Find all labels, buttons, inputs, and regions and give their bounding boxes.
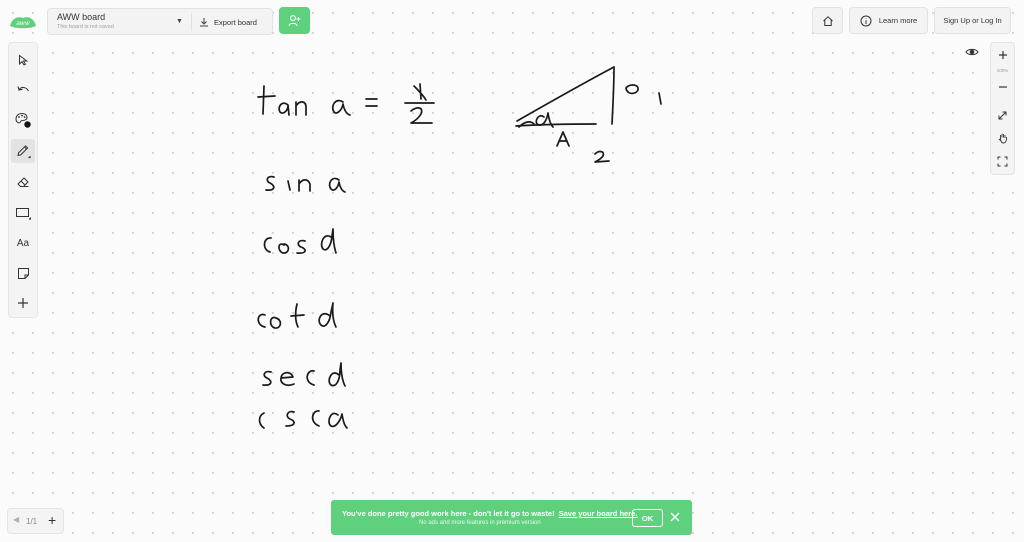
shape-tool-button[interactable]: [11, 201, 35, 225]
learn-more-button[interactable]: Learn more: [849, 7, 928, 34]
rectangle-icon: [16, 208, 31, 220]
zoom-panel: 100%: [990, 42, 1015, 175]
add-page-button[interactable]: +: [48, 512, 56, 528]
view-mode-button[interactable]: [961, 42, 983, 62]
banner-ok-button[interactable]: OK: [632, 509, 663, 527]
banner-message-text: You've done pretty good work here - don'…: [342, 509, 555, 518]
page-indicator: 1/1: [26, 517, 38, 526]
fit-screen-icon: [998, 111, 1007, 119]
sticky-note-button[interactable]: [11, 261, 35, 285]
handwriting-sec-alpha: [262, 362, 346, 387]
pointer-icon: [19, 54, 29, 66]
fullscreen-icon: [997, 156, 1008, 166]
zoom-level: 100%: [996, 67, 1009, 73]
home-button[interactable]: [812, 7, 843, 34]
eraser-tool-button[interactable]: [11, 170, 35, 194]
eye-icon: [965, 48, 979, 56]
learn-more-label: Learn more: [878, 16, 918, 25]
board-status: This board is not saved: [57, 24, 114, 30]
signup-login-label: Sign Up or Log In: [943, 16, 1002, 25]
board-panel: AWW board This board is not saved ▼ Expo…: [47, 8, 273, 35]
invite-user-button[interactable]: [279, 7, 310, 34]
handwriting-csc-alpha: [258, 410, 348, 429]
handwriting-equals: [365, 98, 378, 107]
undo-icon: [17, 86, 29, 92]
signup-login-button[interactable]: Sign Up or Log In: [934, 7, 1011, 34]
logo-icon[interactable]: aww: [8, 12, 38, 32]
hand-icon: [998, 133, 1007, 144]
home-icon: [822, 15, 833, 26]
banner-subtext: No ads and more features in premium vers…: [419, 520, 541, 526]
close-icon[interactable]: [669, 511, 681, 523]
text-tool-button[interactable]: Aa: [11, 231, 35, 255]
divider: [191, 13, 192, 31]
sticky-note-icon: [17, 267, 29, 279]
handwriting-tan-alpha: [257, 85, 351, 116]
zoom-in-button[interactable]: [991, 47, 1014, 63]
color-picker-button[interactable]: [11, 108, 35, 132]
zoom-in-icon: [998, 51, 1007, 59]
handwriting-cot-alpha: [257, 302, 337, 329]
svg-text:aww: aww: [16, 20, 30, 27]
palette-icon: [15, 112, 31, 128]
download-icon: [200, 18, 208, 27]
select-tool-button[interactable]: [11, 48, 35, 72]
handwriting-right-triangle: [515, 66, 662, 163]
save-board-banner: You've done pretty good work here - don'…: [331, 500, 692, 535]
board-name[interactable]: AWW board: [57, 12, 105, 22]
add-user-icon: [288, 15, 301, 27]
drawing-canvas[interactable]: [0, 0, 1024, 542]
chevron-down-icon[interactable]: ▼: [176, 18, 183, 25]
zoom-out-icon: [998, 86, 1007, 88]
page-navigation: ◀ 1/1 +: [7, 508, 64, 534]
export-board-button[interactable]: Export board: [199, 13, 257, 31]
export-board-label: Export board: [214, 17, 257, 27]
pencil-tool-button[interactable]: [11, 139, 35, 163]
pan-tool-button[interactable]: [991, 130, 1014, 146]
zoom-out-button[interactable]: [991, 79, 1014, 95]
chevron-left-icon[interactable]: ◀: [13, 515, 19, 524]
banner-message: You've done pretty good work here - don'…: [342, 509, 637, 518]
info-icon: [860, 15, 872, 26]
eraser-icon: [17, 177, 29, 187]
handwriting-fraction-one-half: [404, 83, 435, 124]
more-tools-button[interactable]: [11, 291, 35, 315]
handwriting-cos-alpha: [263, 228, 337, 254]
save-board-link[interactable]: Save your board here.: [559, 509, 638, 518]
pencil-icon: [17, 145, 31, 159]
fullscreen-button[interactable]: [991, 153, 1014, 169]
plus-icon: [18, 298, 28, 308]
fit-screen-button[interactable]: [991, 107, 1014, 123]
handwriting-sin-alpha: [265, 175, 346, 193]
tools-toolbar: Aa: [8, 42, 38, 318]
undo-button[interactable]: [11, 78, 35, 102]
